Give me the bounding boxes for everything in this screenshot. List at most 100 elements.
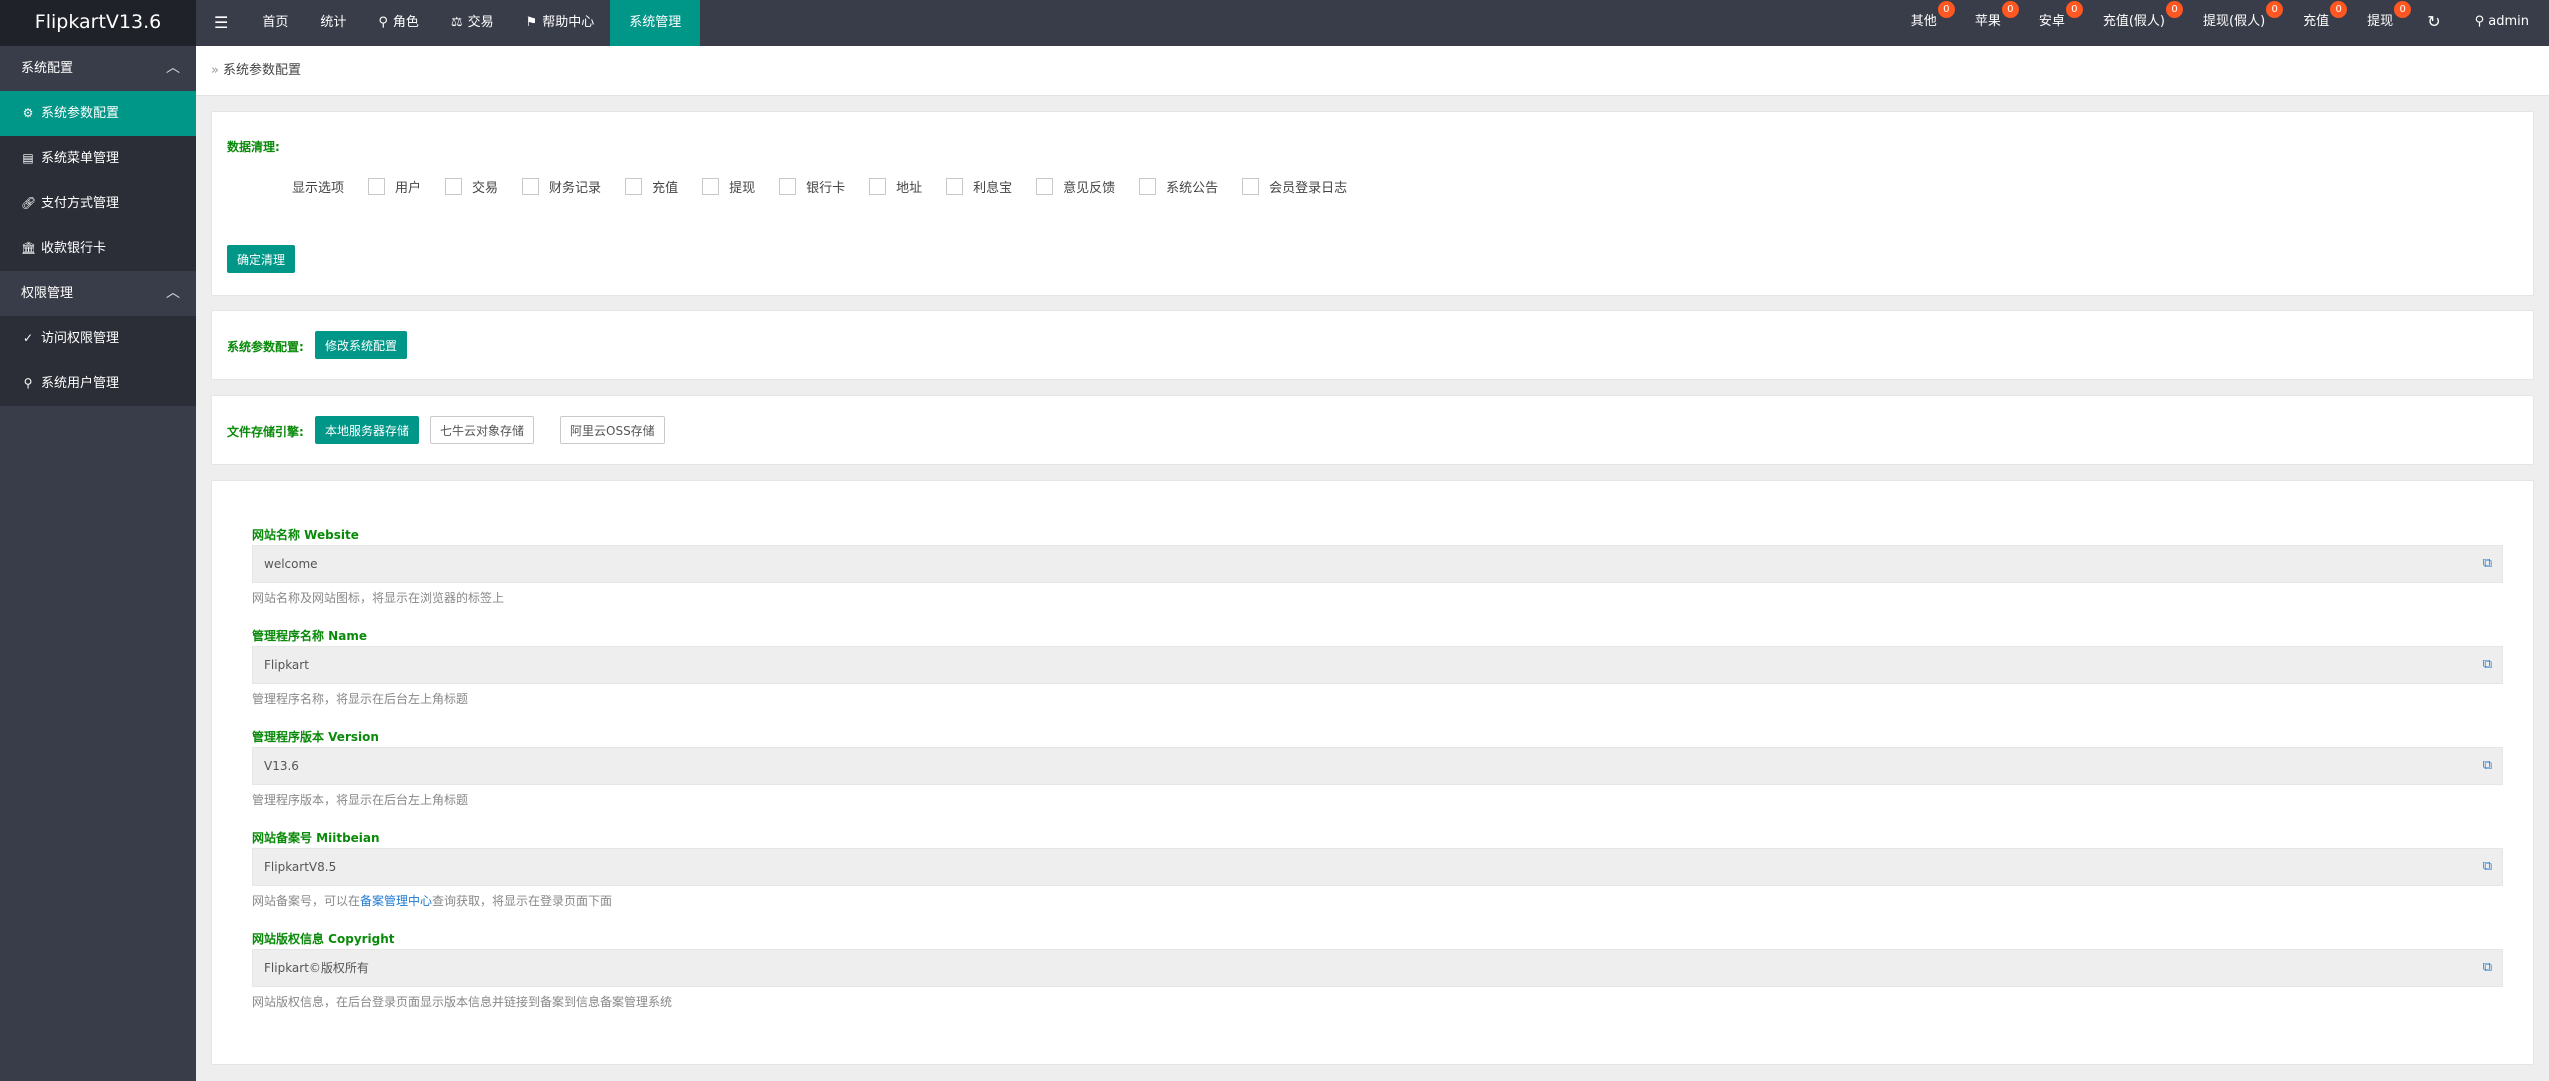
site-settings-card: 网站名称 Website welcome ⧉ 网站名称及网站图标，将显示在浏览器的… xyxy=(211,480,2534,1065)
app-title[interactable]: FlipkartV13.6 xyxy=(0,0,196,46)
checkbox-label: 财务记录 xyxy=(549,181,602,196)
miitbeian-input[interactable]: FlipkartV8.5 ⧉ xyxy=(252,848,2503,886)
notify-withdraw[interactable]: 提现 0 xyxy=(2349,0,2413,46)
checkbox[interactable] xyxy=(368,178,386,195)
checkbox-label: 交易 xyxy=(472,181,499,196)
sidebar-item-label: 支付方式管理 xyxy=(41,196,120,211)
copy-icon[interactable]: ⧉ xyxy=(2483,950,2492,986)
checkbox[interactable] xyxy=(702,178,720,195)
checkbox[interactable] xyxy=(625,178,643,195)
checkbox-label: 意见反馈 xyxy=(1063,181,1116,196)
gear-icon: ⚙ xyxy=(22,106,34,120)
flag-icon: ⚑ xyxy=(525,15,538,30)
nav-stats[interactable]: 统计 xyxy=(304,0,362,46)
copy-icon[interactable]: ⧉ xyxy=(2483,748,2492,784)
checkbox[interactable] xyxy=(522,178,540,195)
sidebar-item-access[interactable]: ✓ 访问权限管理 xyxy=(0,316,196,361)
checkbox-label: 提现 xyxy=(729,181,756,196)
field-label-version: 管理程序版本 Version xyxy=(252,730,379,744)
notify-other[interactable]: 其他 0 xyxy=(1893,0,1957,46)
checkbox[interactable] xyxy=(779,178,797,195)
field-help: 管理程序名称，将显示在后台左上角标题 xyxy=(252,692,469,706)
copy-icon[interactable]: ⧉ xyxy=(2483,849,2492,885)
notify-label: 其他 xyxy=(1910,14,1937,29)
count-badge: 0 xyxy=(2394,1,2412,18)
user-menu[interactable]: ⚲ admin xyxy=(2463,0,2549,46)
storage-card: 文件存储引擎: 本地服务器存储 七牛云对象存储 阿里云OSS存储 xyxy=(211,395,2534,465)
checkbox[interactable] xyxy=(445,178,463,195)
field-help: 网站名称及网站图标，将显示在浏览器的标签上 xyxy=(252,591,505,605)
nav-help[interactable]: ⚑ 帮助中心 xyxy=(510,0,611,46)
checkbox[interactable] xyxy=(869,178,887,195)
checkbox-label: 银行卡 xyxy=(806,181,846,196)
notify-recharge[interactable]: 充值 0 xyxy=(2285,0,2349,46)
field-label-website: 网站名称 Website xyxy=(252,528,359,542)
copy-icon[interactable]: ⧉ xyxy=(2483,546,2492,582)
copy-icon[interactable]: ⧉ xyxy=(2483,647,2492,683)
field-value: Flipkart©版权所有 xyxy=(264,961,369,975)
cleanup-card: 数据清理: 显示选项 用户 交易 财务记录 充值 提现 银行卡 地址 利息宝 意… xyxy=(211,111,2534,296)
edit-sysconfig-button[interactable]: 修改系统配置 xyxy=(315,331,408,359)
notify-apple[interactable]: 苹果 0 xyxy=(1957,0,2021,46)
sidebar-group-label: 权限管理 xyxy=(21,286,74,301)
app-version-input[interactable]: V13.6 ⧉ xyxy=(252,747,2503,785)
field-help: 网站备案号，可以在备案管理中心查询获取，将显示在登录页面下面 xyxy=(252,892,612,909)
field-value: V13.6 xyxy=(264,759,299,773)
refresh-button[interactable]: ↻ xyxy=(2413,0,2462,46)
sidebar-item-bank-card[interactable]: 🏛︎ 收款银行卡 xyxy=(0,226,196,271)
link-icon: 🔗︎ xyxy=(21,196,37,210)
nav-home[interactable]: 首页 xyxy=(246,0,304,46)
checkbox-label: 利息宝 xyxy=(973,181,1013,196)
notify-label: 充值 xyxy=(2303,14,2330,29)
sidebar-item-system-menu[interactable]: ▤ 系统菜单管理 xyxy=(0,136,196,181)
sidebar-item-payment[interactable]: 🔗︎ 支付方式管理 xyxy=(0,181,196,226)
copyright-input[interactable]: Flipkart©版权所有 ⧉ xyxy=(252,949,2503,987)
sidebar: 系统配置 ︿ ⚙ 系统参数配置 ▤ 系统菜单管理 🔗︎ 支付方式管理 🏛︎ 收款银行卡 权… xyxy=(0,46,196,1081)
count-badge: 0 xyxy=(2001,1,2019,18)
checkbox-label: 会员登录日志 xyxy=(1269,181,1348,196)
checkbox[interactable] xyxy=(1139,178,1157,195)
sidebar-group-permissions[interactable]: 权限管理 ︿ xyxy=(0,271,196,316)
nav-system[interactable]: 系统管理 xyxy=(610,0,701,46)
checkbox[interactable] xyxy=(1242,178,1260,195)
notify-label: 充值(假人) xyxy=(2102,14,2165,29)
nav-roles[interactable]: ⚲ 角色 xyxy=(362,0,435,46)
nav-label: 交易 xyxy=(467,15,494,30)
field-label-name: 管理程序名称 Name xyxy=(252,629,367,643)
checkbox[interactable] xyxy=(946,178,964,195)
user-icon: ⚲ xyxy=(23,376,33,390)
user-icon: ⚲ xyxy=(378,15,388,30)
notify-android[interactable]: 安卓 0 xyxy=(2021,0,2085,46)
double-chevron-right-icon: » xyxy=(211,63,219,78)
beian-center-link[interactable]: 备案管理中心 xyxy=(360,894,432,908)
nav-label: 角色 xyxy=(392,15,419,30)
confirm-cleanup-button[interactable]: 确定清理 xyxy=(227,245,296,273)
sidebar-item-system-params[interactable]: ⚙ 系统参数配置 xyxy=(0,91,196,136)
chevron-up-icon: ︿ xyxy=(166,60,180,76)
nav-label: 帮助中心 xyxy=(542,15,595,30)
sidebar-group-system-config[interactable]: 系统配置 ︿ xyxy=(0,46,196,91)
main-content: » 系统参数配置 数据清理: 显示选项 用户 交易 财务记录 充值 提现 银行卡 … xyxy=(196,46,2549,1081)
checkbox[interactable] xyxy=(1036,178,1054,195)
sidebar-item-system-users[interactable]: ⚲ 系统用户管理 xyxy=(0,361,196,406)
nav-trade[interactable]: ⚖ 交易 xyxy=(435,0,510,46)
notify-recharge-fake[interactable]: 充值(假人) 0 xyxy=(2085,0,2185,46)
count-badge: 0 xyxy=(2065,1,2083,18)
top-bar: FlipkartV13.6 ☰ 首页 统计 ⚲ 角色 ⚖ 交易 ⚑ 帮助中心 系统管理… xyxy=(0,0,2549,46)
count-badge: 0 xyxy=(2266,1,2284,18)
sidebar-item-label: 系统菜单管理 xyxy=(41,151,120,166)
storage-qiniu-button[interactable]: 七牛云对象存储 xyxy=(430,416,535,444)
notify-withdraw-fake[interactable]: 提现(假人) 0 xyxy=(2185,0,2285,46)
top-right-menu: 其他 0 苹果 0 安卓 0 充值(假人) 0 提现(假人) 0 充值 0 提现 0 ↻ ⚲ … xyxy=(1893,0,2549,46)
bank-icon: 🏛︎ xyxy=(21,241,37,255)
sysparams-label: 系统参数配置: xyxy=(227,340,304,354)
storage-local-button[interactable]: 本地服务器存储 xyxy=(315,416,420,444)
sysparams-card: 系统参数配置: 修改系统配置 xyxy=(211,310,2534,380)
count-badge: 0 xyxy=(2166,1,2183,18)
menu-toggle-button[interactable]: ☰ xyxy=(196,0,246,46)
website-name-input[interactable]: welcome ⧉ xyxy=(252,545,2503,583)
storage-label: 文件存储引擎: xyxy=(227,425,304,439)
app-name-input[interactable]: Flipkart ⧉ xyxy=(252,646,2503,684)
breadcrumb: » 系统参数配置 xyxy=(196,46,2549,96)
storage-aliyun-button[interactable]: 阿里云OSS存储 xyxy=(560,416,665,444)
